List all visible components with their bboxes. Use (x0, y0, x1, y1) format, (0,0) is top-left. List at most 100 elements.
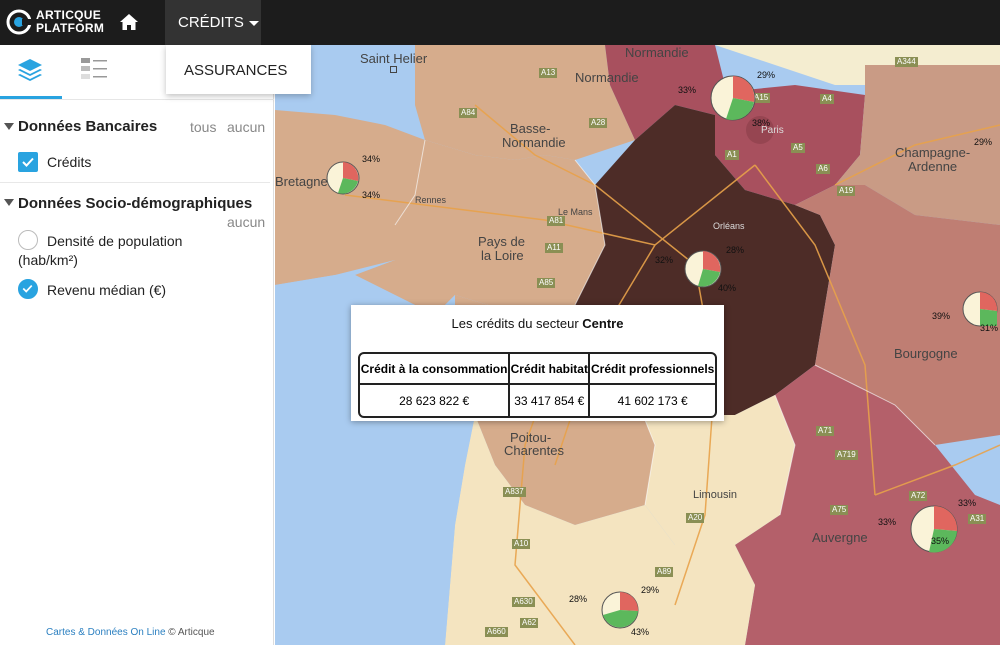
map-label-normandie-top: Normandie (625, 45, 689, 60)
road-shield: A837 (503, 487, 526, 497)
pie-label: 40% (718, 283, 737, 293)
credits-dropdown-menu: ASSURANCES (166, 45, 311, 94)
pie-label: 35% (931, 536, 950, 546)
pie-chart-bourgogne[interactable] (960, 291, 1000, 327)
map-label-champagne-1: Champagne- (895, 145, 971, 160)
table-cell: 28 623 822 € (360, 385, 511, 416)
pie-chart-centre[interactable] (684, 250, 722, 288)
footer-credits: Cartes & Données On Line © Articque (46, 627, 215, 638)
table-header-cell: Crédit habitat (510, 354, 591, 385)
pie-chart-paris[interactable] (709, 74, 757, 122)
select-none-link[interactable]: aucun (227, 119, 265, 135)
map-label-champagne-2: Ardenne (908, 159, 958, 174)
credits-menu-label: CRÉDITS (178, 14, 244, 31)
select-none-link[interactable]: aucun (227, 214, 265, 230)
pie-label: 38% (752, 118, 771, 128)
credits-checkbox[interactable] (18, 152, 38, 172)
map-label-bretagne: Bretagne (275, 174, 328, 189)
check-icon (22, 284, 33, 293)
pie-label: 33% (878, 517, 897, 527)
pie-label: 34% (362, 154, 381, 164)
road-shield: A71 (816, 426, 835, 436)
road-shield: A630 (512, 597, 535, 607)
region-info-popup: Les crédits du secteur Centre Crédit à l… (351, 305, 724, 421)
table-header-row: Crédit à la consommation Crédit habitat … (360, 354, 715, 385)
pie-label: 31% (980, 323, 999, 333)
divider (0, 182, 270, 183)
table-header-cell: Crédit professionnels (590, 354, 715, 385)
credits-label[interactable]: Crédits (47, 153, 91, 172)
pie-label: 33% (678, 85, 697, 95)
road-shield: A5 (791, 143, 805, 153)
table-cell: 41 602 173 € (617, 393, 688, 408)
pie-label: 29% (757, 70, 776, 80)
popup-title-region: Centre (582, 316, 624, 331)
map-label-rennes: Rennes (415, 195, 447, 205)
revenu-radio[interactable] (18, 279, 38, 299)
densite-label-line2[interactable]: (hab/km²) (18, 251, 78, 270)
pie-chart-aquitaine[interactable] (600, 590, 640, 630)
sidebar: Données Bancaires tous aucun Crédits Don… (0, 45, 274, 645)
home-icon[interactable] (117, 10, 141, 34)
map-label-pays-loire-1: Pays de (478, 234, 525, 249)
popup-title-prefix: Les crédits du secteur (451, 316, 583, 331)
road-shield: A10 (512, 539, 531, 549)
map-label-normandie: Normandie (575, 70, 639, 85)
pie-label: 29% (974, 137, 993, 147)
credits-menu-button[interactable]: CRÉDITS (165, 0, 261, 45)
road-shield: A75 (830, 505, 849, 515)
map-label-pays-loire-2: la Loire (481, 248, 524, 263)
road-shield: A1 (725, 150, 739, 160)
road-shield: A89 (655, 567, 674, 577)
pie-label: 43% (631, 627, 650, 637)
table-header-cell: Crédit à la consommation (360, 354, 511, 385)
map-label-orleans: Orléans (713, 221, 745, 231)
road-shield: A81 (547, 216, 566, 226)
footer-link[interactable]: Cartes & Données On Line (46, 627, 166, 638)
map-label-auvergne: Auvergne (812, 530, 868, 545)
popup-title: Les crédits du secteur Centre (351, 316, 724, 331)
collapse-triangle-icon[interactable] (4, 123, 14, 130)
table-cell: 33 417 854 € (510, 385, 591, 416)
pie-label: 34% (362, 190, 381, 200)
pie-label: 28% (726, 245, 745, 255)
pie-label: 28% (569, 594, 588, 604)
road-shield: A344 (895, 57, 918, 67)
layers-icon[interactable] (14, 53, 46, 85)
menu-item-assurances[interactable]: ASSURANCES (184, 62, 287, 79)
road-shield: A84 (459, 108, 478, 118)
road-shield: A13 (539, 68, 558, 78)
city-marker-icon (390, 66, 397, 73)
select-all-link[interactable]: tous (190, 119, 216, 135)
group-title-socio-demographiques[interactable]: Données Socio-démographiques (18, 195, 252, 212)
map-label-basse-normandie-1: Basse- (510, 121, 551, 136)
road-shield: A62 (520, 618, 539, 628)
credits-table: Crédit à la consommation Crédit habitat … (358, 352, 717, 418)
legend-list-icon[interactable] (78, 53, 110, 85)
revenu-label[interactable]: Revenu médian (€) (47, 281, 166, 300)
logo-text-line2: PLATFORM (36, 21, 105, 35)
road-shield: A72 (909, 491, 928, 501)
road-shield: A85 (537, 278, 556, 288)
road-shield: A28 (589, 118, 608, 128)
map-label-bourgogne: Bourgogne (894, 346, 958, 361)
app-logo[interactable]: ARTICQUE PLATFORM (6, 6, 106, 38)
pie-chart-auvergne[interactable] (909, 504, 959, 554)
road-shield: A11 (545, 243, 563, 253)
map-label-poitou-2: Charentes (504, 443, 564, 458)
road-shield: A4 (820, 94, 834, 104)
densite-label-line1[interactable]: Densité de population (47, 232, 182, 251)
articque-logo-icon (6, 9, 32, 35)
pie-chart-bretagne[interactable] (326, 161, 360, 195)
densite-radio[interactable] (18, 230, 38, 250)
group-title-donnees-bancaires[interactable]: Données Bancaires (18, 118, 157, 135)
collapse-triangle-icon[interactable] (4, 199, 14, 206)
pie-label: 33% (958, 498, 977, 508)
active-tab-indicator (0, 96, 62, 99)
map-label-saint-helier: Saint Helier (360, 51, 428, 66)
top-navigation-bar: ARTICQUE PLATFORM CRÉDITS (0, 0, 1000, 45)
table-row: 28 623 822 € 33 417 854 € 41 602 173 € (360, 385, 715, 416)
road-shield: A20 (686, 513, 705, 523)
road-shield: A660 (485, 627, 508, 637)
road-shield: A6 (816, 164, 830, 174)
